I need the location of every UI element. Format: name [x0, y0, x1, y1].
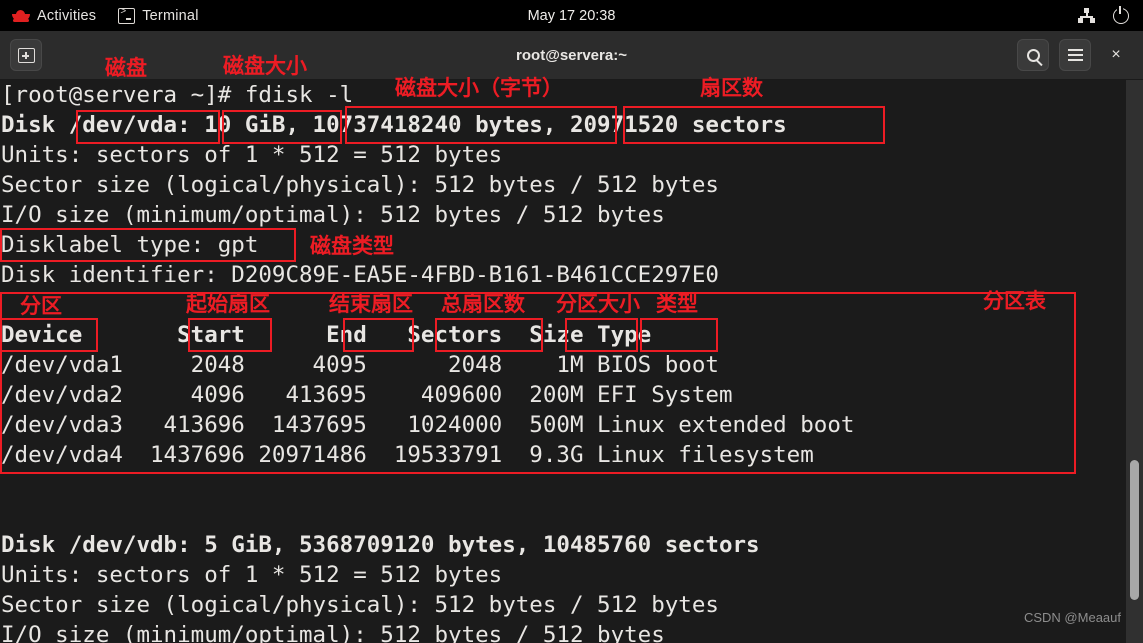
terminal-app-menu[interactable]: Terminal [118, 7, 199, 24]
hamburger-menu-icon [1067, 49, 1083, 61]
window-titlebar: root@servera:~ × [0, 31, 1143, 80]
redhat-logo-icon [12, 9, 30, 23]
terminal-body[interactable]: [root@servera ~]# fdisk -l Disk /dev/vda:… [0, 80, 1143, 643]
activities-label: Activities [37, 7, 97, 24]
terminal-line: /dev/vda1 2048 4095 2048 1M BIOS boot [1, 352, 719, 378]
terminal-window: root@servera:~ × [root@servera ~]# fdisk… [0, 31, 1143, 643]
screen: Activities Terminal May 17 20:38 root@se… [0, 0, 1143, 643]
terminal-icon [118, 7, 136, 24]
window-title-label: root@servera:~ [516, 46, 627, 64]
terminal-line: Units: sectors of 1 * 512 = 512 bytes [1, 562, 503, 588]
terminal-line: [root@servera ~]# fdisk -l [1, 82, 354, 108]
terminal-line: /dev/vda4 1437696 20971486 19533791 9.3G… [1, 442, 814, 468]
terminal-line: Units: sectors of 1 * 512 = 512 bytes [1, 142, 503, 168]
search-button[interactable] [1017, 39, 1049, 71]
terminal-line: I/O size (minimum/optimal): 512 bytes / … [1, 622, 665, 643]
gnome-top-bar: Activities Terminal May 17 20:38 [0, 0, 1143, 31]
terminal-line: Sector size (logical/physical): 512 byte… [1, 592, 719, 618]
window-title: root@servera:~ [0, 47, 1143, 64]
menu-button[interactable] [1059, 39, 1091, 71]
new-terminal-button[interactable] [10, 39, 42, 71]
network-icon[interactable] [1078, 8, 1095, 23]
power-icon[interactable] [1113, 5, 1129, 24]
terminal-line: /dev/vda3 413696 1437695 1024000 500M Li… [1, 412, 855, 438]
terminal-output: [root@servera ~]# fdisk -l Disk /dev/vda:… [0, 80, 1121, 643]
close-button[interactable]: × [1101, 40, 1131, 70]
scrollbar-thumb[interactable] [1130, 460, 1139, 600]
terminal-line: Disk /dev/vda: 10 GiB, 10737418240 bytes… [1, 112, 787, 138]
terminal-line: I/O size (minimum/optimal): 512 bytes / … [1, 202, 665, 228]
watermark: CSDN @Meaauf [1023, 610, 1121, 625]
close-icon: × [1111, 46, 1121, 63]
scrollbar[interactable] [1126, 80, 1143, 643]
terminal-line: Disk /dev/vdb: 5 GiB, 5368709120 bytes, … [1, 532, 760, 558]
terminal-line: Sector size (logical/physical): 512 byte… [1, 172, 719, 198]
clock-label: May 17 20:38 [527, 7, 616, 24]
activities-button[interactable]: Activities [12, 8, 96, 24]
terminal-app-label: Terminal [142, 7, 199, 24]
terminal-line: Disk identifier: D209C89E-EA5E-4FBD-B161… [1, 262, 719, 288]
terminal-line: Disklabel type: gpt [1, 232, 259, 258]
terminal-line: /dev/vda2 4096 413695 409600 200M EFI Sy… [1, 382, 733, 408]
terminal-line: Device Start End Sectors Size Type [1, 322, 652, 348]
new-terminal-icon [17, 47, 35, 63]
search-icon [1026, 48, 1040, 62]
